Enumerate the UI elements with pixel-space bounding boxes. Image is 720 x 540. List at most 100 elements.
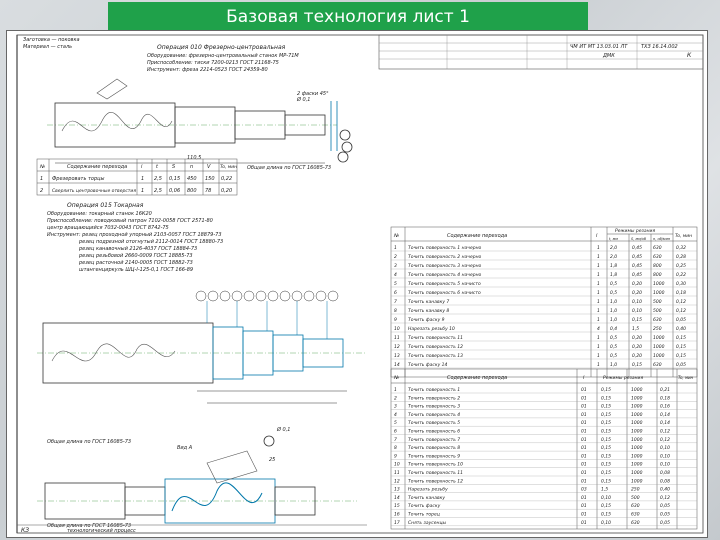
- rt2-cell: 01: [581, 395, 587, 401]
- rt2-cell: 03: [581, 487, 587, 493]
- rt1-cell: Точить фаску 14: [408, 362, 448, 368]
- rt2-cell: 0,15: [601, 503, 611, 509]
- rt1-cell: 1: [597, 290, 600, 296]
- rt1-cell: 0,15: [632, 362, 642, 368]
- svg-text:V: V: [207, 164, 211, 170]
- stamp-sheet-letter: К: [687, 52, 692, 59]
- rt1-cell: 4: [597, 326, 600, 332]
- rt2-cell: 0,15: [601, 478, 611, 484]
- technology-drawing-sheet: ЧМ ИТ МТ 13.03.01 ЛТ ТХЗ 16.14.002 ДМК К…: [6, 30, 708, 538]
- rt1-cell: 630: [653, 245, 662, 251]
- footer-caption: технологический процесс: [67, 528, 136, 534]
- rt1-cell: 630: [653, 254, 662, 260]
- operation-1-header: Заготовка — поковка Материал — сталь Опе…: [23, 37, 299, 73]
- rt1-cell: 0,10: [632, 308, 642, 314]
- rt1-cell: 3: [394, 263, 397, 269]
- rt1-cell: Точить поверхность 13: [408, 353, 463, 359]
- rt1-cell: 2,0: [610, 254, 617, 260]
- rt1-cell: 250: [653, 326, 662, 332]
- rt2-cell: Точить канавку: [408, 495, 445, 501]
- rt1-cell: 0,20: [632, 281, 642, 287]
- op3-dim: 25: [269, 457, 275, 463]
- svg-text:Фрезеровать торцы: Фрезеровать торцы: [52, 176, 105, 182]
- rt1-cell: 0,20: [632, 344, 642, 350]
- right-table-2-rows: 1 Точить поверхность 1 01 0,15 1000 0,21 2 Точи…: [391, 387, 697, 526]
- footer-sheet-no: КЗ: [21, 527, 29, 534]
- rt1-cell: Точить фаску 9: [408, 317, 445, 323]
- operation-2-header: Операция 015 Токарная Оборудование: тока…: [47, 202, 223, 273]
- op1-tool: Инструмент: фреза 2214-0523 ГОСТ 24359-8…: [147, 67, 268, 73]
- rt2-cell: Нарезать резьбу: [408, 487, 448, 493]
- rt1-cell: 2,0: [610, 245, 617, 251]
- rt1-cell: 1,0: [610, 317, 617, 323]
- drawing-canvas: ЧМ ИТ МТ 13.03.01 ЛТ ТХЗ 16.14.002 ДМК К…: [16, 34, 704, 534]
- rt2-cell: 9: [394, 453, 397, 459]
- rt2-cell: Точить поверхность 11: [408, 470, 463, 476]
- rt2-cell: Снять заусенцы: [408, 520, 447, 526]
- rt2-cell: 0,15: [601, 429, 611, 435]
- rt1-cell: 0,18: [676, 290, 686, 296]
- svg-text:резец подрезной отогнутый 2112: резец подрезной отогнутый 2112-0014 ГОСТ…: [78, 239, 223, 245]
- rt2-cell: 0,14: [660, 412, 670, 418]
- svg-text:i: i: [141, 164, 143, 170]
- op1-section-note: Общая длина по ГОСТ 16085-73: [247, 165, 331, 171]
- rt2-cell: 16: [394, 512, 400, 518]
- svg-text:2: 2: [40, 188, 43, 194]
- rt2-cell: 01: [581, 453, 587, 459]
- rt2-cell: Точить фаску: [408, 503, 441, 509]
- rt1-cell: 1: [597, 281, 600, 287]
- op1-table-row-2: 2 Сверлить центровочные отверстия 1 2,5 …: [40, 188, 232, 194]
- svg-text:2,5: 2,5: [154, 176, 162, 182]
- rt2-cell: Точить поверхность 10: [408, 462, 463, 468]
- rt1-cell: 1: [597, 308, 600, 314]
- svg-text:150: 150: [205, 176, 215, 182]
- rt2-cell: 01: [581, 412, 587, 418]
- rt1-cell: 0,45: [632, 245, 642, 251]
- rt2-cell: 0,10: [601, 520, 611, 526]
- rt2-cell: 01: [581, 445, 587, 451]
- rt2-cell: 0,18: [660, 395, 670, 401]
- rt1-cell: 0,15: [676, 344, 686, 350]
- svg-text:450: 450: [187, 176, 197, 182]
- rt2-cell: 8: [394, 445, 397, 451]
- rt2-cell: 5: [394, 420, 397, 426]
- rt1-cell: 0,45: [632, 272, 642, 278]
- svg-text:Содержание перехода: Содержание перехода: [447, 233, 507, 239]
- rt2-cell: 17: [394, 520, 400, 526]
- rt2-cell: 0,10: [660, 462, 670, 468]
- rt1-cell: 0,40: [676, 326, 686, 332]
- rt1-cell: 0,20: [632, 290, 642, 296]
- rt1-cell: 7: [394, 299, 397, 305]
- svg-text:n: n: [190, 164, 193, 170]
- op1-title: Операция 010 Фрезерно-центровальная: [157, 44, 286, 51]
- svg-text:t: t: [156, 164, 159, 170]
- svg-text:800: 800: [187, 188, 197, 194]
- rt2-cell: 10: [394, 462, 400, 468]
- rt2-cell: 01: [581, 470, 587, 476]
- rt2-cell: Точить поверхность 12: [408, 478, 463, 484]
- rt1-cell: 0,5: [610, 335, 617, 341]
- rt2-cell: Точить поверхность 6: [408, 429, 460, 435]
- rt2-cell: Точить поверхность 5: [408, 420, 460, 426]
- svg-text:Содержание перехода: Содержание перехода: [447, 375, 507, 381]
- rt1-cell: 1: [597, 353, 600, 359]
- rt2-cell: 0,21: [660, 387, 670, 393]
- rt1-cell: 1000: [653, 353, 665, 359]
- rt1-cell: 0,05: [676, 317, 686, 323]
- svg-text:S: S: [172, 164, 176, 170]
- rt2-cell: 0,05: [660, 503, 670, 509]
- rt2-cell: 3: [394, 404, 397, 410]
- rt2-cell: 1000: [631, 429, 643, 435]
- rt1-cell: 0,05: [676, 362, 686, 368]
- rt2-cell: 6: [394, 429, 397, 435]
- svg-text:центр вращающийся 7032-0043 ГО: центр вращающийся 7032-0043 ГОСТ 8742-75: [47, 225, 169, 231]
- rt2-cell: 0,15: [601, 512, 611, 518]
- stamp-code-left: ЧМ ИТ МТ 13.03.01 ЛТ: [570, 44, 628, 50]
- rt2-cell: 0,05: [660, 512, 670, 518]
- rt1-cell: Нарезать резьбу 10: [408, 326, 455, 332]
- op3-label-view: Вид А: [177, 445, 193, 451]
- rt1-cell: 0,22: [676, 272, 686, 278]
- rt2-cell: Точить поверхность 7: [408, 437, 460, 443]
- rt1-cell: 0,32: [676, 245, 686, 251]
- rt1-cell: 6: [394, 290, 397, 296]
